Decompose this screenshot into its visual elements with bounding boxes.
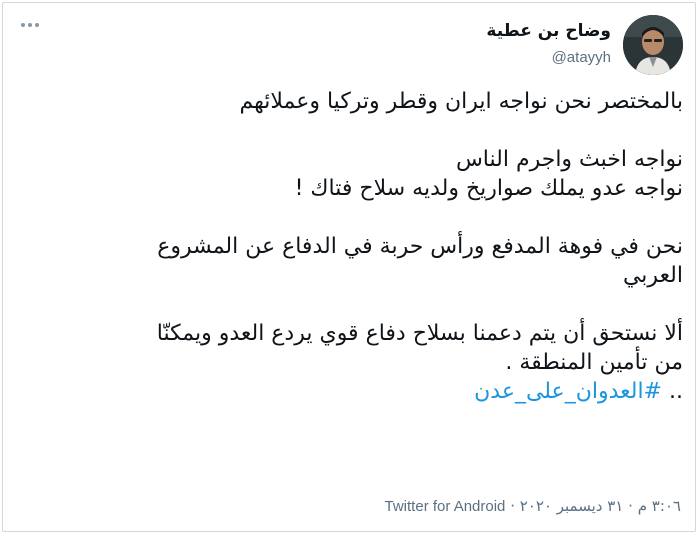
more-dots-icon[interactable] xyxy=(17,15,43,35)
tweet-card: وضاح بن عطية @atayyh بالمختصر نحن نواجه … xyxy=(2,2,696,532)
tweet-line: العربي xyxy=(622,263,683,288)
tweet-meta: ٣:٠٦ م · ٣١ ديسمبر ٢٠٢٠ · Twitter for An… xyxy=(385,497,681,515)
tweet-text: بالمختصر نحن نواجه ايران وقطر وتركيا وعم… xyxy=(23,87,683,406)
tweet-line: نواجه عدو يملك صواريخ ولديه سلاح فتاك ! xyxy=(294,176,683,201)
avatar[interactable] xyxy=(623,15,683,75)
tweet-date[interactable]: ٣١ ديسمبر ٢٠٢٠ xyxy=(520,497,624,515)
tweet-time[interactable]: ٣:٠٦ م xyxy=(638,497,681,515)
tweet-paragraph: نحن في فوهة المدفع ورأس حربة في الدفاع ع… xyxy=(23,232,683,290)
tweet-line: بالمختصر نحن نواجه ايران وقطر وتركيا وعم… xyxy=(239,89,683,114)
hashtag-prefix: .. xyxy=(669,379,683,404)
tweet-paragraph: نواجه اخبث واجرم الناس نواجه عدو يملك صو… xyxy=(23,145,683,203)
user-handle[interactable]: @atayyh xyxy=(552,49,611,66)
meta-separator: · xyxy=(510,497,515,515)
tweet-paragraph: ألا نستحق أن يتم دعمنا بسلاح دفاع قوي ير… xyxy=(23,319,683,406)
tweet-line: من تأمين المنطقة . xyxy=(505,350,683,375)
avatar-photo xyxy=(623,15,683,75)
tweet-line: ألا نستحق أن يتم دعمنا بسلاح دفاع قوي ير… xyxy=(156,321,683,346)
tweet-paragraph: بالمختصر نحن نواجه ايران وقطر وتركيا وعم… xyxy=(23,87,683,116)
user-display-name[interactable]: وضاح بن عطية xyxy=(486,21,611,41)
meta-separator: · xyxy=(628,497,633,515)
tweet-line: نواجه اخبث واجرم الناس xyxy=(455,147,683,172)
hashtag-link[interactable]: #العدوان_على_عدن xyxy=(474,379,662,404)
tweet-source[interactable]: Twitter for Android xyxy=(385,498,506,515)
tweet-line: نحن في فوهة المدفع ورأس حربة في الدفاع ع… xyxy=(157,234,683,259)
